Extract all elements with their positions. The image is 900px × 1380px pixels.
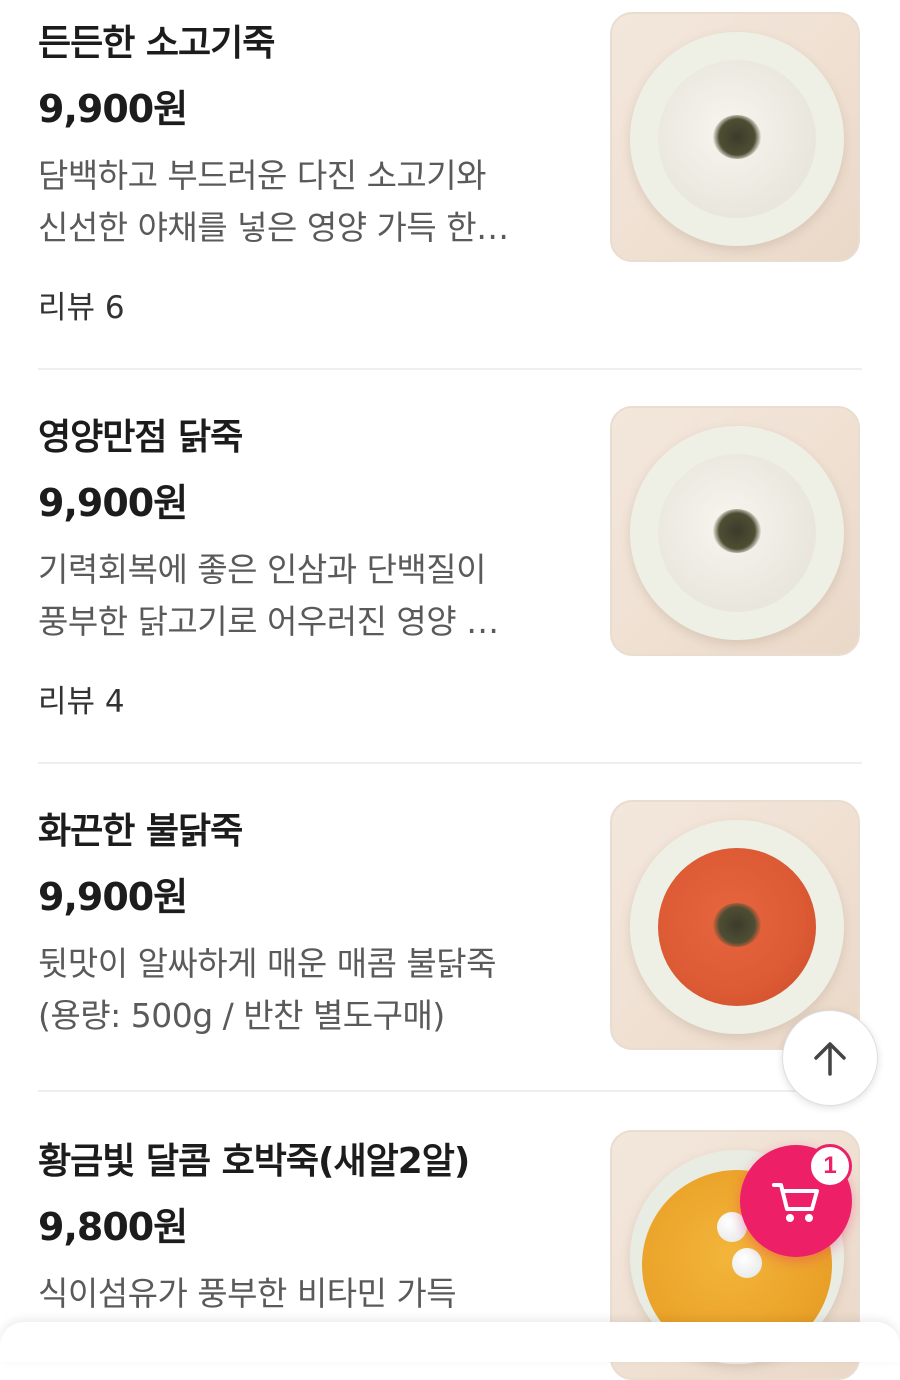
menu-item-image[interactable] [610,12,860,262]
divider [38,1090,862,1092]
description-line: (용량: 500g / 반찬 별도구매) [38,996,445,1035]
description-line: 담백하고 부드러운 다진 소고기와 [38,156,487,195]
menu-item-name: 든든한 소고기죽 [38,23,275,64]
divider [38,368,862,370]
porridge [658,60,816,218]
bowl-image [630,426,844,640]
menu-item-price: 9,800원 [38,1205,188,1249]
scroll-top-button[interactable] [782,1010,878,1106]
rice-ball [732,1248,762,1278]
divider [38,762,862,764]
menu-item-name: 화끈한 불닭죽 [38,811,243,852]
porridge [658,454,816,612]
porridge [658,848,816,1006]
menu-item-price: 9,900원 [38,481,188,525]
menu-item-spicy-chicken-porridge[interactable]: 화끈한 불닭죽 9,900원 뒷맛이 알싸하게 매운 매콤 불닭죽 (용량: 5… [38,788,862,1088]
menu-item-description: 식이섬유가 풍부한 비타민 가득 [38,1268,578,1320]
description-line: 뒷맛이 알싸하게 매운 매콤 불닭죽 [38,944,497,983]
arrow-up-icon [814,1042,846,1076]
menu-item-description: 담백하고 부드러운 다진 소고기와 신선한 야채를 넣은 영양 가득 한… [38,150,578,254]
bowl-image [630,820,844,1034]
menu-item-price: 9,900원 [38,875,188,919]
description-line: 신선한 야채를 넣은 영양 가득 한… [38,208,509,247]
bottom-sheet[interactable] [0,1322,900,1362]
menu-item-description: 뒷맛이 알싸하게 매운 매콤 불닭죽 (용량: 500g / 반찬 별도구매) [38,938,578,1042]
menu-item-image[interactable] [610,406,860,656]
cart-count-badge: 1 [808,1144,852,1188]
description-line: 식이섬유가 풍부한 비타민 가득 [38,1274,457,1313]
garnish [713,903,761,947]
review-count[interactable]: 리뷰 6 [38,282,125,327]
review-count[interactable]: 리뷰 4 [38,676,125,721]
description-line: 풍부한 닭고기로 어우러진 영양 … [38,602,499,641]
menu-item-beef-porridge[interactable]: 든든한 소고기죽 9,900원 담백하고 부드러운 다진 소고기와 신선한 야채… [38,0,862,368]
garnish [713,115,761,159]
menu-item-price: 9,900원 [38,87,188,131]
menu-item-name: 황금빛 달콤 호박죽(새알2알) [38,1141,470,1182]
garnish [713,509,761,553]
menu-item-description: 기력회복에 좋은 인삼과 단백질이 풍부한 닭고기로 어우러진 영양 … [38,544,578,648]
menu-item-name: 영양만점 닭죽 [38,417,243,458]
bowl-image [630,32,844,246]
menu-item-chicken-porridge[interactable]: 영양만점 닭죽 9,900원 기력회복에 좋은 인삼과 단백질이 풍부한 닭고기… [38,394,862,762]
description-line: 기력회복에 좋은 인삼과 단백질이 [38,550,487,589]
